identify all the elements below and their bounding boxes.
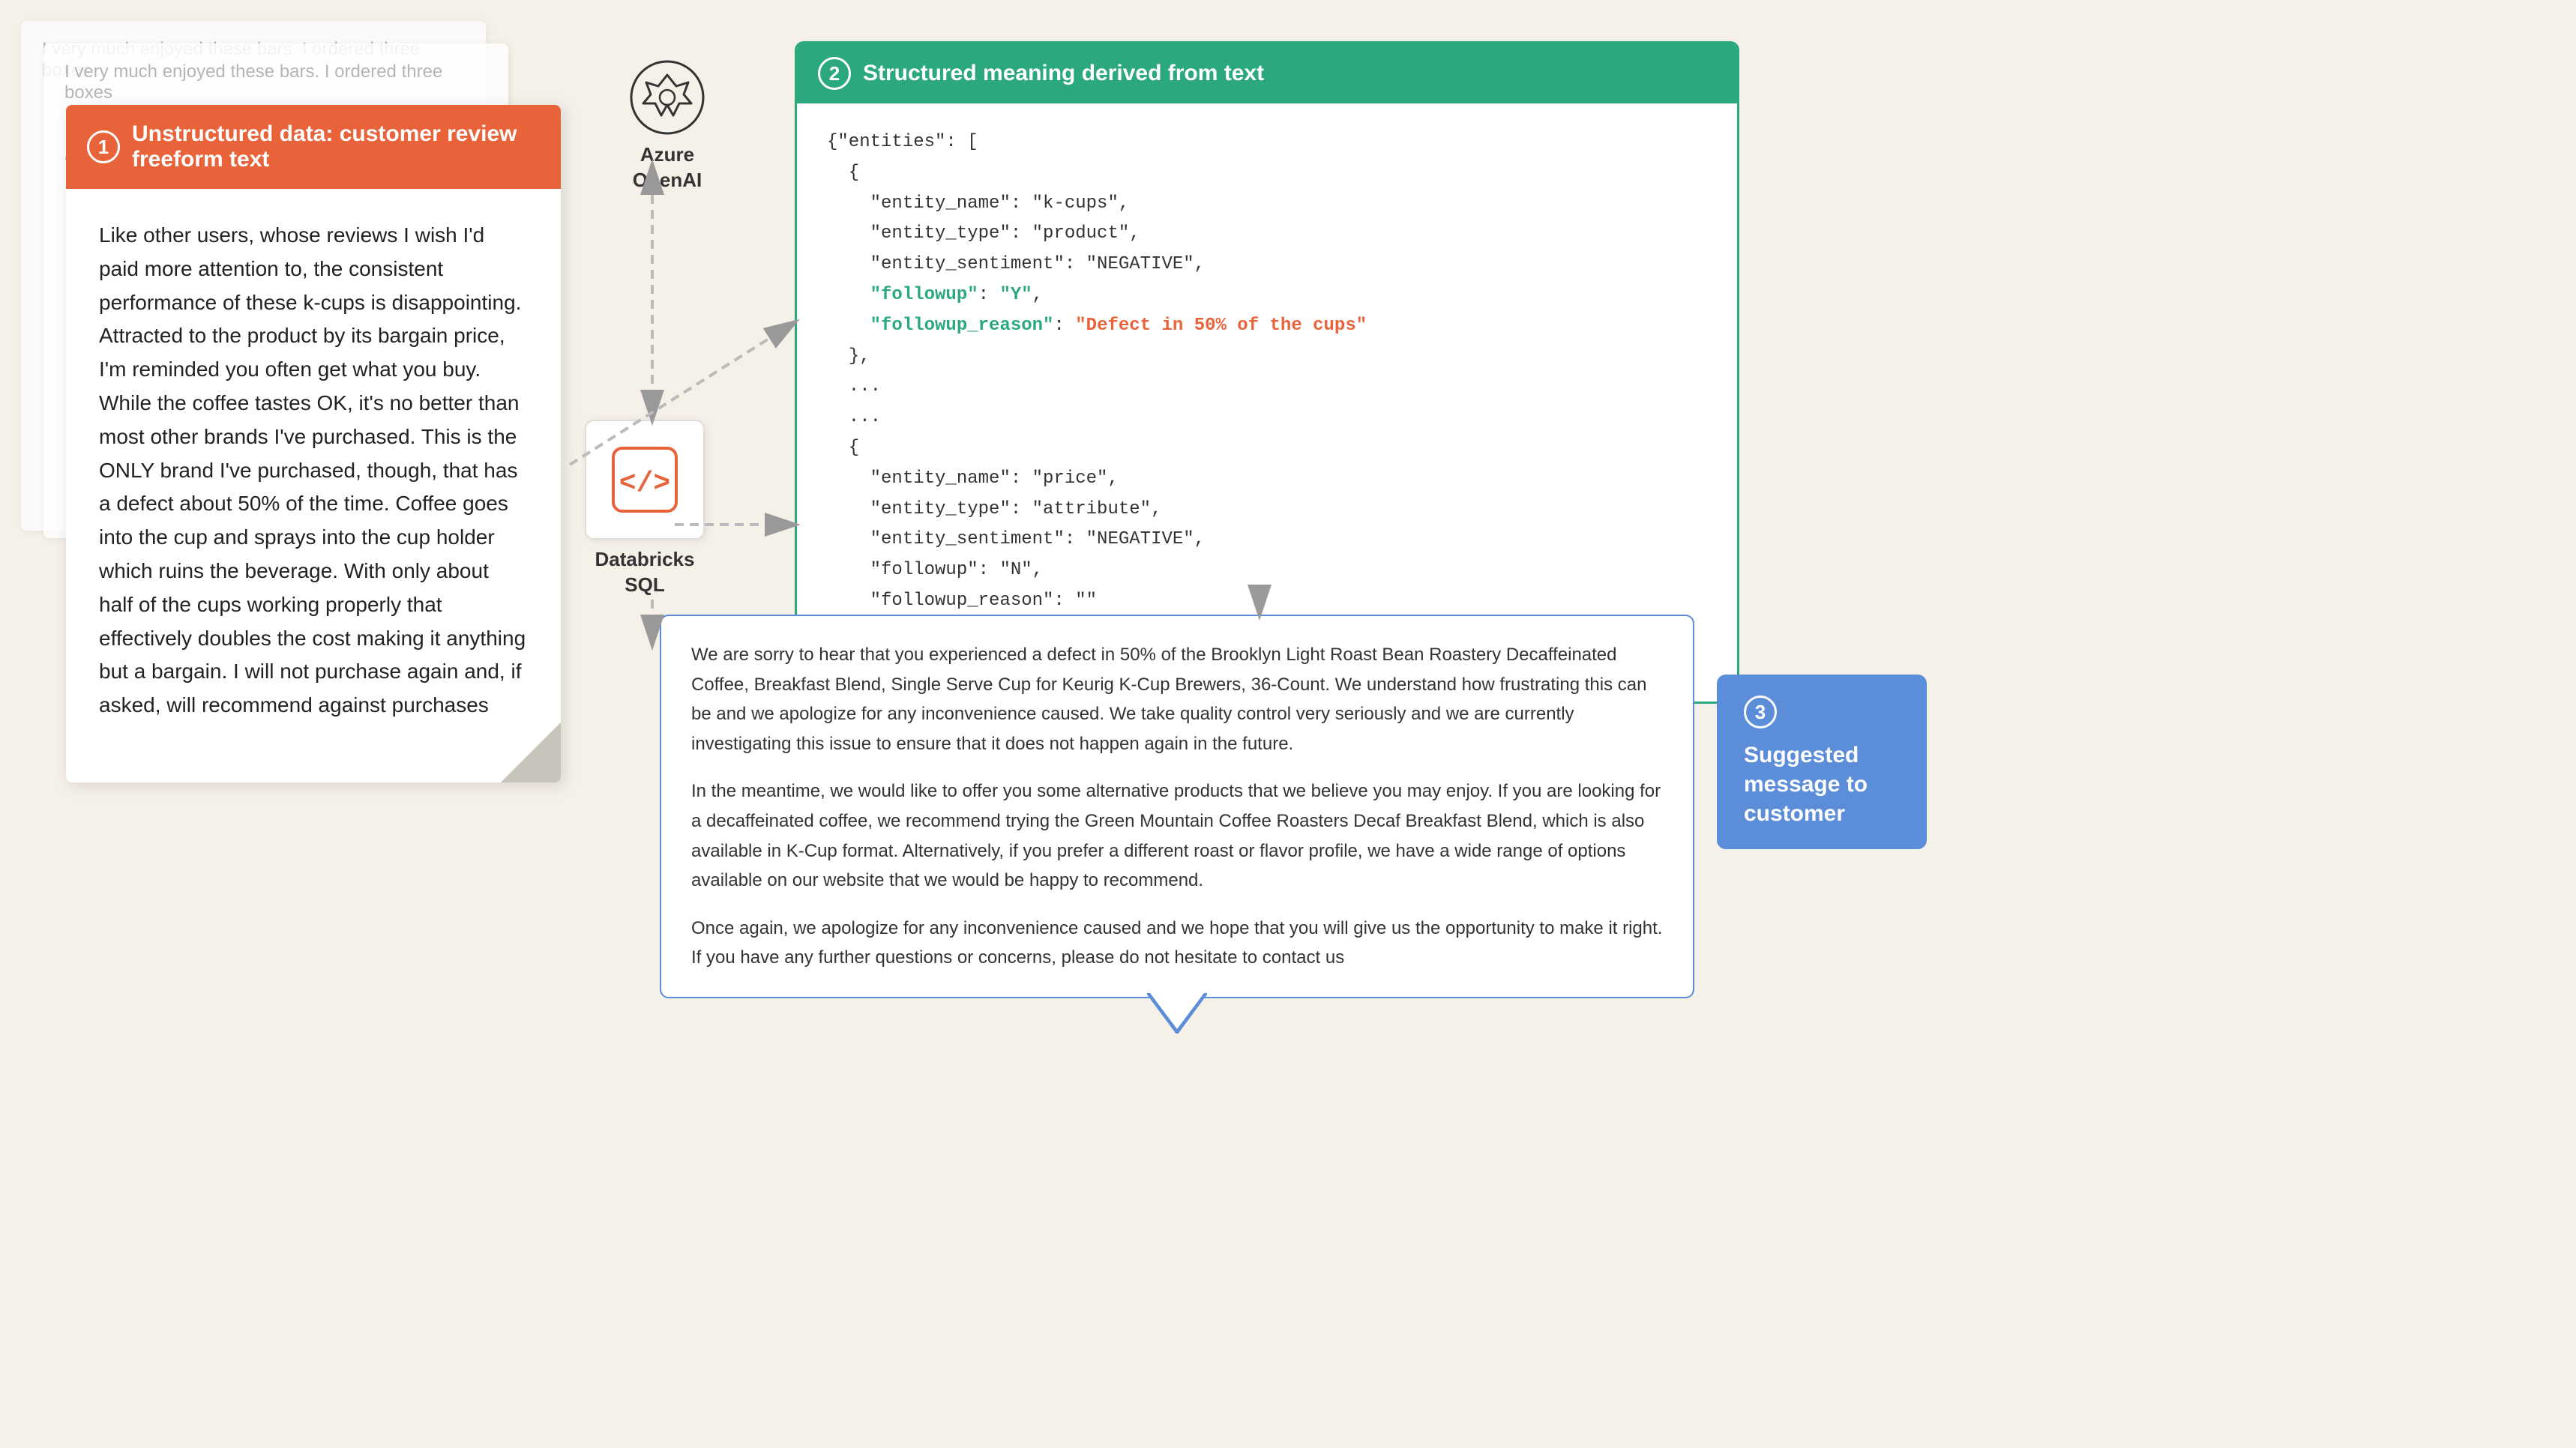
azure-openai-box: Azure OpenAI (630, 60, 705, 193)
svg-text:</>: </> (619, 468, 670, 500)
databricks-icon: </> (585, 420, 705, 540)
structured-header: 2 Structured meaning derived from text (797, 43, 1737, 103)
databricks-logo-svg: </> (607, 442, 682, 517)
review-card-header: 1 Unstructured data: customer review fre… (66, 105, 561, 189)
databricks-label: Databricks SQL (595, 547, 695, 598)
review-text: Like other users, whose reviews I wish I… (99, 219, 528, 723)
step-2-badge: 2 (818, 57, 851, 90)
step-3-label: Suggested message to customer (1744, 740, 1900, 828)
suggested-message-box: We are sorry to hear that you experience… (660, 615, 1694, 998)
suggested-paragraph-1: We are sorry to hear that you experience… (691, 640, 1663, 758)
openai-logo (630, 60, 705, 135)
step-3-badge: 3 (1744, 696, 1777, 728)
review-card: 1 Unstructured data: customer review fre… (66, 105, 561, 782)
azure-label: Azure OpenAI (633, 142, 702, 193)
structured-body: {"entities": [ { "entity_name": "k-cups"… (797, 103, 1737, 702)
step-3-badge-box: 3 Suggested message to customer (1717, 675, 1927, 849)
structured-title: Structured meaning derived from text (863, 61, 1264, 86)
step-3-container: 3 Suggested message to customer (1717, 675, 1927, 849)
suggested-paragraph-2: In the meantime, we would like to offer … (691, 776, 1663, 895)
review-card-body: Like other users, whose reviews I wish I… (66, 189, 561, 782)
review-card-title: Unstructured data: customer review freef… (132, 121, 540, 172)
bg-line-2: I very much enjoyed these bars. I ordere… (64, 61, 487, 103)
databricks-sql-box: </> Databricks SQL (585, 420, 705, 598)
suggested-message-body: We are sorry to hear that you experience… (661, 616, 1693, 997)
suggested-pointer (1147, 993, 1207, 1037)
suggested-paragraph-3: Once again, we apologize for any inconve… (691, 914, 1663, 973)
structured-output-box: 2 Structured meaning derived from text {… (795, 41, 1739, 704)
step-1-badge: 1 (87, 130, 120, 163)
